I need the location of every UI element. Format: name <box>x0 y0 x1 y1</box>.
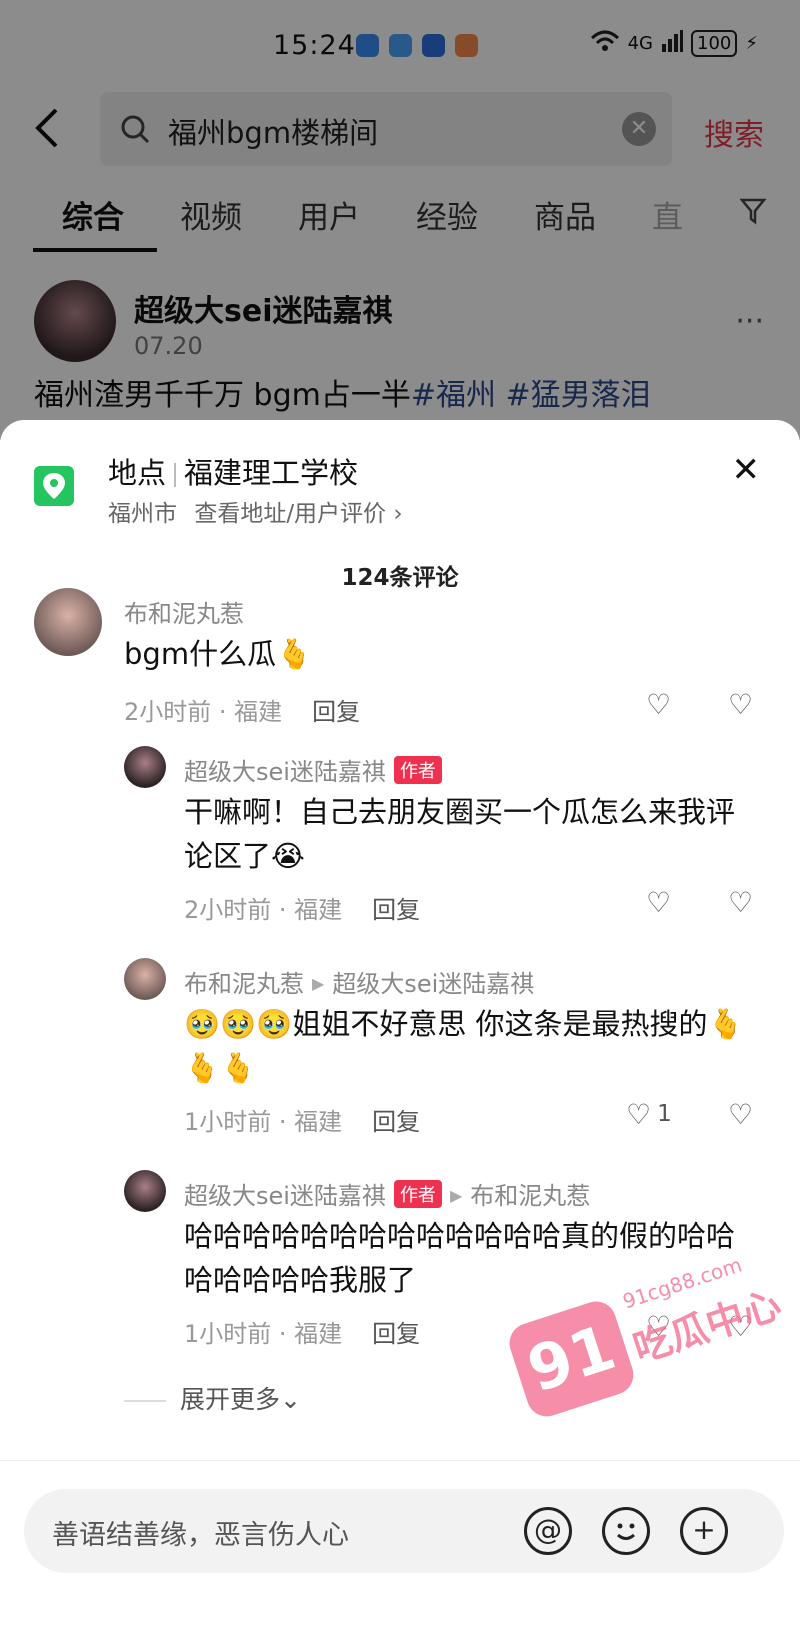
avatar[interactable] <box>34 588 102 656</box>
comment-text: 干嘛啊！自己去朋友圈买一个瓜怎么来我评论区了😭 <box>184 795 736 873</box>
location-divider <box>174 463 177 487</box>
comment-meta: 2小时前 · 福建 回复 <box>184 890 420 925</box>
emoji-icon[interactable] <box>602 1507 650 1555</box>
expand-more-label: 展开更多⌄ <box>180 1385 301 1414</box>
comment-input-placeholder: 善语结善缘，恶言伤人心 <box>52 1520 349 1551</box>
comment-author[interactable]: 超级大sei迷陆嘉祺 <box>184 758 386 786</box>
watermark-number: 91 <box>504 1296 639 1422</box>
heart-icon[interactable]: ♡ <box>646 688 671 721</box>
reply-header: 超级大sei迷陆嘉祺 作者 ▶ 布和泥丸惹 <box>184 1176 590 1211</box>
reply-header: 布和泥丸惹 ▶ 超级大sei迷陆嘉祺 <box>184 964 534 999</box>
comment-author[interactable]: 超级大sei迷陆嘉祺 <box>184 1182 386 1210</box>
author-badge: 作者 <box>393 1180 442 1208</box>
broken-heart-icon[interactable]: ♡ <box>728 688 753 721</box>
reply-header: 超级大sei迷陆嘉祺 作者 <box>184 752 442 787</box>
comment-input[interactable]: 善语结善缘，恶言伤人心 @ + <box>24 1489 784 1573</box>
reply-button[interactable]: 回复 <box>372 1108 420 1136</box>
heart-icon[interactable]: ♡ 1 <box>626 1098 672 1131</box>
mention-icon[interactable]: @ <box>524 1507 572 1555</box>
like-count: 1 <box>657 1101 672 1127</box>
location-card[interactable]: 地点 福建理工学校 福州市 查看地址/用户评价 › ✕ <box>0 420 800 530</box>
broken-heart-icon[interactable]: ♡ <box>728 886 753 919</box>
comment-time-location: 2小时前 · 福建 <box>124 698 283 726</box>
location-city: 福州市 <box>108 501 177 527</box>
location-subtitle: 福州市 查看地址/用户评价 › <box>108 494 403 528</box>
comment-time-location: 1小时前 · 福建 <box>184 1320 343 1348</box>
broken-heart-icon[interactable]: ♡ <box>728 1098 753 1131</box>
comment-meta: 1小时前 · 福建 回复 <box>184 1102 420 1137</box>
location-label: 地点 <box>108 456 167 490</box>
comment-text: bgm什么瓜🫰 <box>124 637 313 671</box>
overlay-dim[interactable] <box>0 0 800 440</box>
comment-text: 🥹🥹🥹姐姐不好意思 你这条是最热搜的🫰🫰🫰 <box>184 1007 744 1085</box>
comment-meta: 2小时前 · 福建 回复 <box>124 692 360 727</box>
reply-to-arrow-icon: ▶ <box>312 974 325 993</box>
avatar[interactable] <box>124 746 166 788</box>
search-results-page: 15:24 4G 100 ⚡ 福州bgm楼梯间 ✕ 搜索 综合 视频 用户 经验… <box>0 0 800 440</box>
reply-button[interactable]: 回复 <box>372 1320 420 1348</box>
comment-time-location: 2小时前 · 福建 <box>184 896 343 924</box>
location-name: 福建理工学校 <box>184 456 359 490</box>
comment-input-bar: 善语结善缘，恶言伤人心 @ + <box>0 1460 800 1649</box>
expand-more-button[interactable]: 展开更多⌄ <box>124 1380 301 1416</box>
location-link[interactable]: 查看地址/用户评价 › <box>194 501 402 527</box>
reply-to-user[interactable]: 超级大sei迷陆嘉祺 <box>332 970 534 998</box>
location-pin-icon <box>34 466 74 506</box>
divider <box>124 1400 166 1402</box>
comment-author[interactable]: 布和泥丸惹 <box>124 594 244 629</box>
location-title: 地点 福建理工学校 <box>108 450 358 492</box>
reply-to-arrow-icon: ▶ <box>449 1186 463 1205</box>
close-icon[interactable]: ✕ <box>732 450 761 490</box>
add-icon[interactable]: + <box>680 1507 728 1555</box>
reply-button[interactable]: 回复 <box>372 896 420 924</box>
comment-meta: 1小时前 · 福建 回复 <box>184 1314 420 1349</box>
comment-time-location: 1小时前 · 福建 <box>184 1108 343 1136</box>
avatar[interactable] <box>124 958 166 1000</box>
avatar[interactable] <box>124 1170 166 1212</box>
author-badge: 作者 <box>393 756 442 784</box>
heart-icon[interactable]: ♡ <box>646 886 671 919</box>
comment-count: 124条评论 <box>341 565 459 591</box>
comment-author[interactable]: 布和泥丸惹 <box>184 970 304 998</box>
reply-button[interactable]: 回复 <box>312 698 360 726</box>
reply-to-user[interactable]: 布和泥丸惹 <box>470 1182 590 1210</box>
